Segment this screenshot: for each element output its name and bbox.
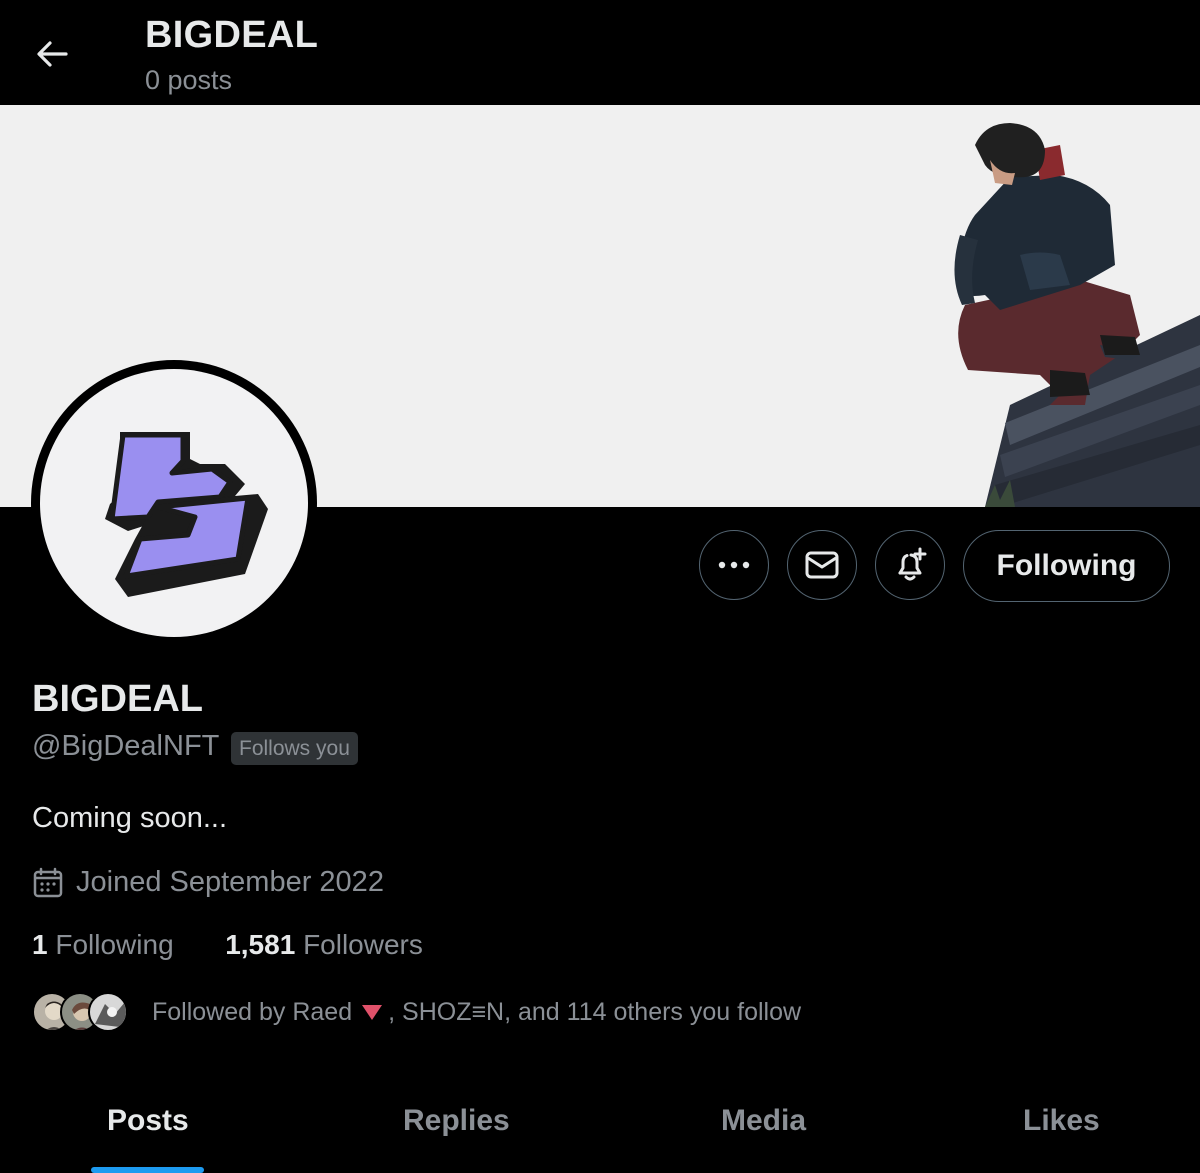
profile-tabs: Posts Replies Media Likes — [0, 1090, 1200, 1173]
mutual-followers-avatars — [32, 990, 142, 1034]
following-count: 1 — [32, 929, 48, 960]
active-tab-indicator — [91, 1167, 204, 1173]
tab-replies[interactable]: Replies — [403, 1104, 510, 1138]
message-button[interactable] — [787, 530, 857, 600]
tab-posts[interactable]: Posts — [107, 1104, 189, 1138]
followed-by[interactable]: Followed by Raed , SHOZ≡N, and 114 other… — [32, 990, 801, 1034]
joined-date: Joined September 2022 — [32, 866, 384, 899]
more-button[interactable] — [699, 530, 769, 600]
header-post-count: 0 posts — [145, 65, 233, 95]
profile-avatar[interactable] — [31, 360, 317, 646]
follows-you-badge: Follows you — [231, 732, 358, 765]
profile-name: BIGDEAL — [32, 678, 203, 720]
followers-count-link[interactable]: 1,581 Followers — [225, 929, 423, 960]
followers-count: 1,581 — [225, 929, 296, 960]
followers-label: Followers — [303, 929, 423, 960]
following-label: Following — [55, 929, 174, 960]
following-button[interactable]: Following — [963, 530, 1170, 602]
more-icon — [718, 561, 750, 569]
followed-by-text: Followed by Raed — [152, 997, 353, 1026]
joined-text: Joined September 2022 — [76, 866, 384, 898]
followed-by-rest: , SHOZ≡N, and 114 others you follow — [388, 997, 802, 1026]
profile-handle: @BigDealNFT — [32, 730, 220, 762]
following-count-link[interactable]: 1 Following — [32, 929, 174, 960]
notifications-button[interactable] — [875, 530, 945, 600]
profile-bio: Coming soon... — [32, 802, 228, 834]
bigdeal-logo-icon — [105, 432, 268, 597]
envelope-icon — [805, 551, 839, 579]
top-bar: BIGDEAL 0 posts — [0, 0, 1200, 105]
avatar-image — [40, 369, 308, 637]
back-button[interactable] — [28, 30, 76, 78]
follow-stats: 1 Following 1,581 Followers — [32, 929, 423, 961]
tab-media[interactable]: Media — [721, 1104, 806, 1138]
tab-likes[interactable]: Likes — [1023, 1104, 1100, 1138]
calendar-icon — [33, 867, 63, 897]
avatar — [88, 992, 128, 1032]
arrow-left-icon — [37, 41, 68, 67]
red-triangle-icon — [362, 1005, 383, 1020]
header-title: BIGDEAL — [145, 14, 319, 56]
bell-plus-icon — [898, 547, 927, 581]
